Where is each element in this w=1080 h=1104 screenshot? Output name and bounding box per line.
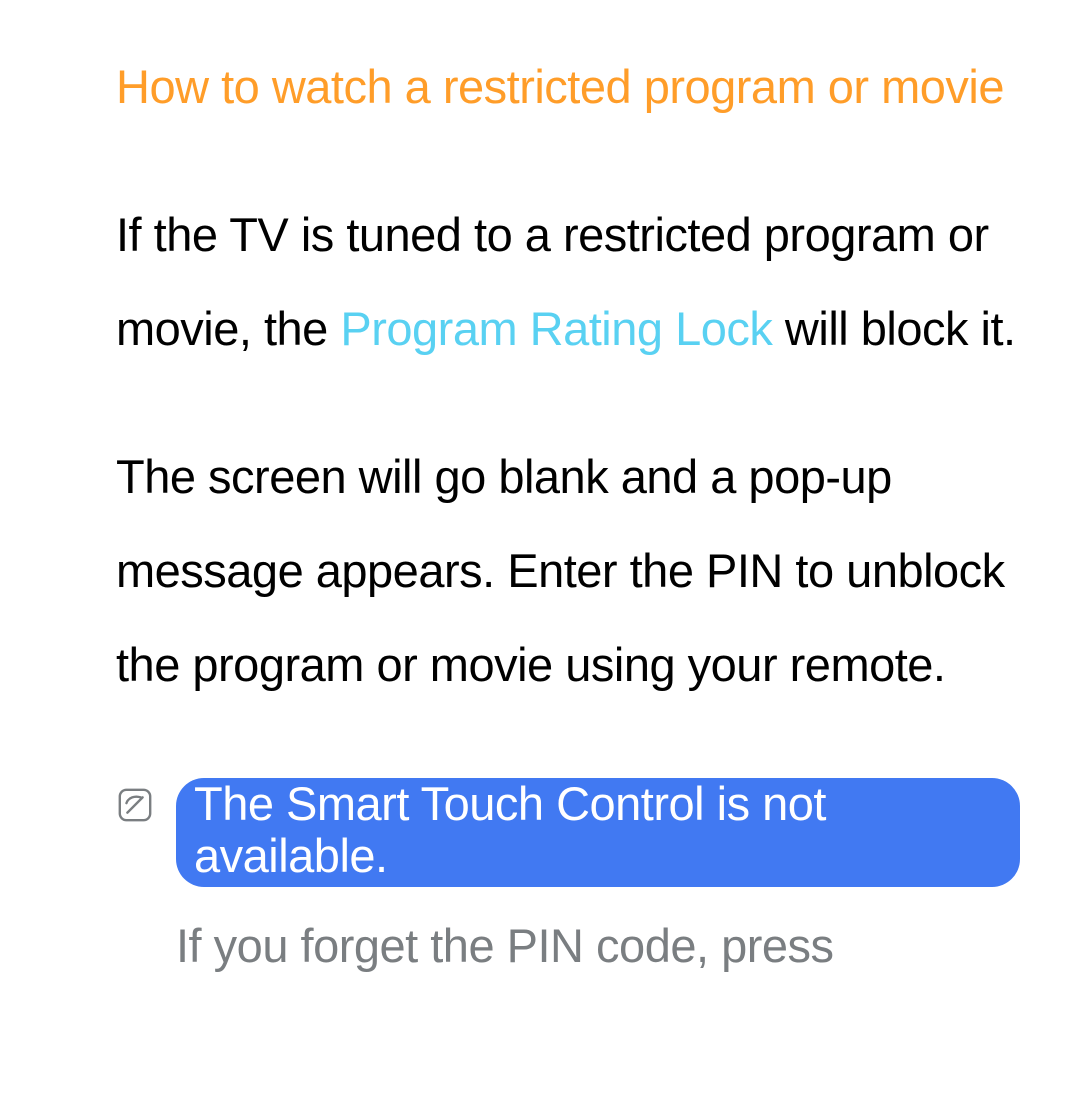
note-badge: The Smart Touch Control is not available… (176, 778, 1020, 887)
note-continuation: If you forget the PIN code, press (176, 919, 834, 972)
program-rating-lock-link[interactable]: Program Rating Lock (340, 302, 772, 355)
section-heading: How to watch a restricted program or mov… (116, 40, 1020, 134)
body-paragraph-1: If the TV is tuned to a restricted progr… (116, 188, 1020, 376)
body-paragraph-2: The screen will go blank and a pop-up me… (116, 430, 1020, 712)
note-block: The Smart Touch Control is not available… (116, 778, 1020, 992)
note-text: The Smart Touch Control is not available… (176, 778, 1020, 992)
para1-post: will block it. (772, 302, 1015, 355)
note-icon (116, 786, 154, 824)
